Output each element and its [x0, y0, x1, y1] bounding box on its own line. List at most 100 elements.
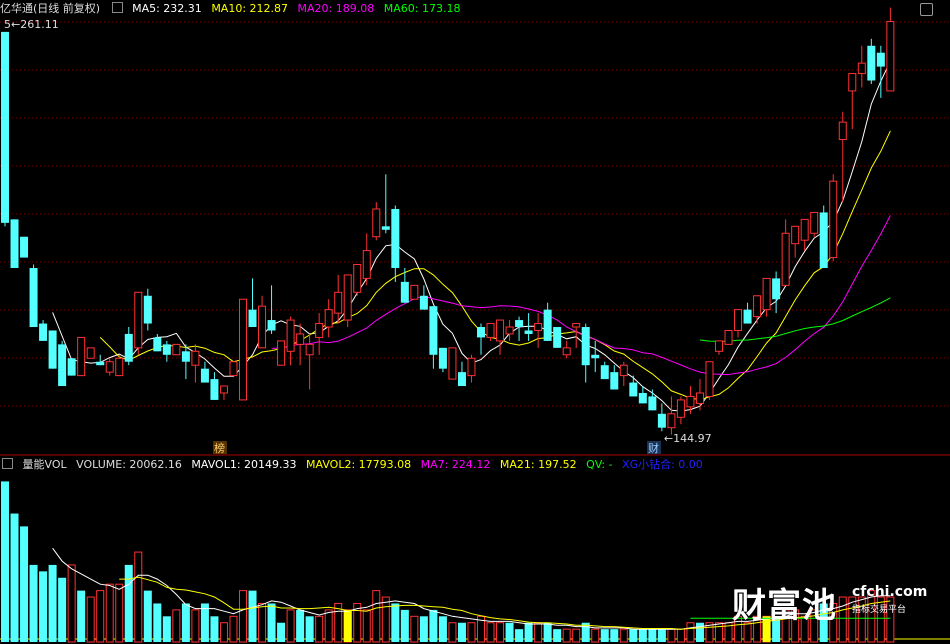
volume-bar	[505, 622, 514, 642]
volume-highlight-bar	[343, 609, 352, 642]
price-annotations: 5←261.11 ←144.97 榜 财	[4, 18, 712, 455]
candle-body	[496, 319, 505, 342]
volume-bar	[219, 622, 228, 643]
volume-bar	[229, 615, 238, 643]
candle-body	[695, 392, 704, 404]
candle-body	[753, 295, 762, 318]
candle-body	[600, 365, 609, 380]
candle-body	[400, 281, 409, 303]
volume-bar	[1, 481, 9, 642]
candle-body	[743, 309, 752, 324]
volume-bar	[315, 615, 324, 643]
candle-body	[648, 396, 657, 411]
volume-bar	[524, 622, 533, 642]
candle-body	[448, 347, 457, 380]
candle-body	[305, 343, 314, 356]
ma20-value: MA20: 189.08	[297, 2, 375, 15]
candle-body	[96, 361, 105, 366]
volume-bar	[457, 622, 466, 642]
candle-body	[715, 340, 723, 352]
candle-body	[134, 291, 143, 349]
candle-body	[172, 343, 181, 356]
bang-marker: 榜	[214, 441, 225, 455]
volume-bar	[648, 629, 657, 642]
candle-body	[58, 344, 67, 387]
volume-bar	[391, 603, 400, 642]
candle-body	[819, 212, 828, 268]
candle-body	[286, 319, 295, 352]
candle-body	[619, 364, 628, 377]
volume-bar	[286, 609, 295, 643]
candle-body	[410, 284, 419, 300]
candle-body	[667, 413, 676, 429]
stock-chart: 5←261.11 ←144.97 榜 财	[0, 7, 950, 643]
volume-bar	[657, 629, 666, 642]
volume-bar	[572, 628, 581, 643]
volume-bar	[543, 622, 552, 642]
volume-header: 量能VOL VOLUME: 20062.16 MAVOL1: 20149.33 …	[0, 457, 709, 473]
candle-body	[657, 413, 666, 428]
candle-body	[857, 62, 866, 75]
candle-body	[629, 382, 638, 397]
candle-body	[39, 323, 48, 341]
candle-body	[838, 121, 847, 141]
candle-body	[534, 323, 543, 331]
volume-bar	[86, 596, 95, 643]
candle-body	[867, 45, 876, 81]
candle-body	[800, 218, 809, 241]
stock-title: 亿华通(日线 前复权)	[0, 2, 101, 15]
settings-square-icon[interactable]	[111, 2, 123, 13]
volume-bar	[105, 583, 114, 643]
high-price-label: 5←261.11	[4, 18, 59, 31]
volume-bar	[372, 590, 381, 643]
candle-body	[77, 336, 86, 377]
vol-settings-icon[interactable]	[2, 458, 13, 469]
volume-bar	[239, 590, 247, 643]
volume-bar	[153, 603, 162, 642]
volume-bar	[143, 590, 152, 642]
volume-bar	[115, 583, 124, 643]
volume-bar	[48, 564, 57, 642]
candle-body	[781, 232, 790, 286]
candle-body	[372, 208, 381, 238]
qv-value: QV: -	[586, 458, 613, 471]
candle-body	[315, 323, 324, 338]
candle-body	[772, 278, 781, 300]
candle-body	[210, 379, 219, 400]
candle-body	[143, 295, 152, 324]
volume-bar	[10, 513, 19, 642]
candle-body	[638, 392, 647, 404]
candle-body	[124, 333, 133, 362]
ma5-value: MA5: 232.31	[132, 2, 202, 15]
candle-body	[705, 361, 714, 397]
candle-body	[362, 250, 371, 279]
cfchi-logo: 财富池 cfchi.com 指标交易平台	[732, 578, 932, 626]
window-restore-icon[interactable]	[920, 3, 933, 16]
candle-body	[296, 333, 305, 345]
volume-bar	[419, 616, 428, 642]
candle-body	[762, 277, 771, 311]
candle-body	[810, 211, 819, 234]
volume-bar	[191, 609, 200, 643]
candle-body	[191, 350, 200, 366]
volume-bar	[248, 590, 257, 642]
candlestick-series	[1, 7, 895, 435]
candle-body	[239, 298, 247, 401]
volume-bar	[381, 596, 390, 643]
volume-bar	[600, 629, 609, 642]
volume-bar	[20, 526, 29, 642]
volume-bar	[553, 629, 562, 642]
volume-bar	[448, 622, 457, 643]
logo-site-text: cfchi.com	[852, 584, 928, 600]
volume-bar	[77, 590, 86, 642]
candle-body	[791, 225, 800, 245]
volume-bar	[695, 622, 704, 642]
ma10-value: MA10: 212.87	[211, 2, 289, 15]
candle-body	[277, 340, 286, 366]
volume-bar	[29, 564, 38, 642]
candle-body	[886, 20, 895, 92]
candle-body	[115, 357, 124, 377]
candle-body	[381, 226, 390, 230]
mavol2-value: MAVOL2: 17793.08	[306, 458, 412, 471]
volume-bar	[629, 629, 638, 642]
